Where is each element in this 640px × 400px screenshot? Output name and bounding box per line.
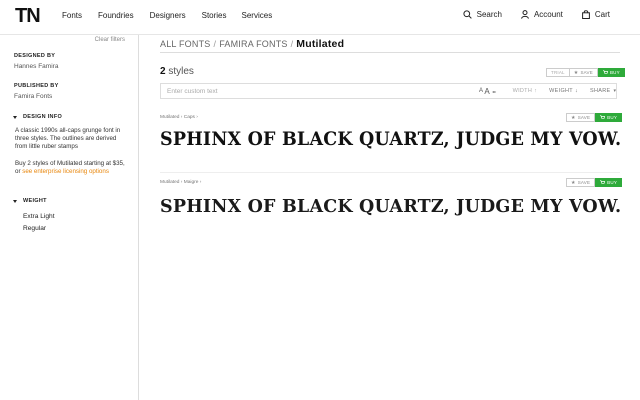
buy-style-button[interactable]: BUY [595, 113, 623, 122]
share-label: SHARE [590, 88, 611, 94]
buy-label: BUY [609, 69, 620, 75]
font-sample-maigre-text: SPHINX OF BLACK QUARTZ, JUDGE MY VOW. [160, 197, 622, 217]
style-label-maigre: Mutilated › Maigre › [160, 180, 202, 185]
clear-filters-link[interactable]: Clear filters [95, 37, 125, 43]
cart-icon [602, 70, 608, 74]
weight-filter-regular[interactable]: Regular [23, 225, 46, 232]
weight-sort-button[interactable]: WEIGHT ↓ [543, 88, 584, 94]
nav-stories[interactable]: Stories [202, 11, 227, 20]
account-link[interactable]: Account [521, 10, 563, 19]
star-icon: ★ [571, 114, 576, 121]
nav-fonts[interactable]: Fonts [62, 11, 82, 20]
buy-label: BUY [607, 114, 618, 120]
trial-button[interactable]: TRIAL [546, 68, 570, 77]
breadcrumb-all-fonts[interactable]: ALL FONTS [160, 39, 210, 49]
save-family-button[interactable]: ★ SAVE [569, 68, 598, 77]
cart-icon [600, 180, 606, 184]
published-by-label: PUBLISHED BY [14, 83, 59, 89]
style-actions-caps: ★ SAVE BUY [566, 113, 623, 122]
design-info-text: A classic 1990s all-caps grunge font in … [15, 127, 121, 150]
sort-arrow-down-icon: ↓ [574, 88, 579, 94]
designed-by-label: DESIGNED BY [14, 53, 56, 59]
width-sort-button[interactable]: WIDTH ↑ [507, 88, 544, 94]
collapse-triangle-icon [13, 199, 17, 203]
design-info-label: DESIGN INFO [23, 114, 63, 120]
chevron-down-icon: ▾ [613, 88, 617, 94]
save-style-button[interactable]: ★ SAVE [566, 113, 596, 122]
family-actions: TRIAL ★ SAVE BUY [546, 68, 625, 77]
styles-count-word: styles [168, 66, 194, 77]
star-icon: ★ [573, 69, 579, 76]
nav-designers[interactable]: Designers [150, 11, 186, 20]
sort-arrow-up-icon: ↑ [534, 88, 538, 94]
save-label: SAVE [577, 179, 591, 185]
type-tester-toolbar: AA◂▸ WIDTH↑ WEIGHT↓ SHARE▾ [160, 83, 617, 99]
size-small-label: A [479, 88, 484, 94]
style-actions-maigre: ★ SAVE BUY [566, 178, 623, 187]
star-icon: ★ [571, 179, 576, 186]
share-dropdown[interactable]: SHARE ▾ [584, 88, 622, 94]
font-sample-maigre[interactable]: SPHINX OF BLACK QUARTZ, JUDGE MY VOW. [160, 197, 622, 217]
font-sample-caps[interactable]: SPHINX OF BLACK QUARTZ, JUDGE MY VOW. [160, 130, 621, 151]
size-arrows-icon: ◂▸ [491, 88, 497, 94]
search-label: Search [476, 10, 502, 19]
style-row-divider [160, 172, 620, 173]
buy-label: BUY [607, 179, 618, 185]
style-label-caps: Mutilated › Caps › [160, 115, 198, 120]
buy-info: Buy 2 styles of Mutilated starting at $3… [15, 160, 130, 176]
custom-text-input[interactable] [161, 84, 464, 98]
design-info-toggle[interactable]: DESIGN INFO [13, 114, 62, 120]
weight-toggle[interactable]: WEIGHT [13, 198, 47, 204]
account-label: Account [533, 10, 563, 19]
cart-link[interactable]: Cart [581, 10, 610, 19]
buy-family-button[interactable]: BUY [597, 68, 625, 77]
nav-services[interactable]: Services [242, 11, 273, 20]
weight-label: WEIGHT [23, 198, 47, 204]
size-control[interactable]: A A ◂▸ [469, 87, 507, 96]
save-label: SAVE [577, 114, 591, 120]
collapse-triangle-icon [13, 115, 17, 119]
style-name[interactable]: Maigre [184, 180, 199, 185]
site-header: TN Fonts Foundries Designers Stories Ser… [0, 0, 640, 34]
site-logo[interactable]: TN [15, 6, 41, 26]
style-name[interactable]: Caps [184, 115, 195, 120]
breadcrumb-famira-fonts[interactable]: FAMIRA FONTS [219, 39, 287, 49]
buy-style-button[interactable]: BUY [595, 178, 623, 187]
save-label: SAVE [580, 69, 593, 75]
filter-sidebar: Clear filters DESIGNED BY Hannes Famira … [0, 35, 139, 400]
style-family[interactable]: Mutilated [160, 180, 179, 185]
search-link[interactable]: Search [463, 10, 502, 19]
cart-icon [600, 115, 606, 119]
styles-count-number: 2 [160, 66, 166, 77]
search-icon [463, 10, 472, 19]
designed-by-value[interactable]: Hannes Famira [14, 63, 58, 70]
published-by-value[interactable]: Famira Fonts [14, 93, 52, 100]
weight-sort-label: WEIGHT [549, 88, 573, 94]
breadcrumb-divider [160, 52, 620, 53]
styles-count: 2 styles [160, 66, 194, 77]
page-title: Mutilated [296, 38, 345, 50]
breadcrumb: ALL FONTS / FAMIRA FONTS / Mutilated [160, 38, 345, 50]
nav-foundries[interactable]: Foundries [98, 11, 134, 20]
weight-filter-extra-light[interactable]: Extra Light [23, 213, 55, 220]
save-style-button[interactable]: ★ SAVE [566, 178, 596, 187]
bag-icon [581, 10, 590, 19]
width-label: WIDTH [512, 88, 533, 94]
enterprise-licensing-link[interactable]: see enterprise licensing options [22, 168, 109, 175]
main-nav: Fonts Foundries Designers Stories Servic… [62, 11, 287, 20]
cart-label: Cart [594, 10, 610, 19]
utility-nav: Search Account Cart [444, 10, 610, 19]
style-family[interactable]: Mutilated [160, 115, 179, 120]
size-large-label: A [484, 86, 490, 96]
user-icon [521, 10, 529, 19]
